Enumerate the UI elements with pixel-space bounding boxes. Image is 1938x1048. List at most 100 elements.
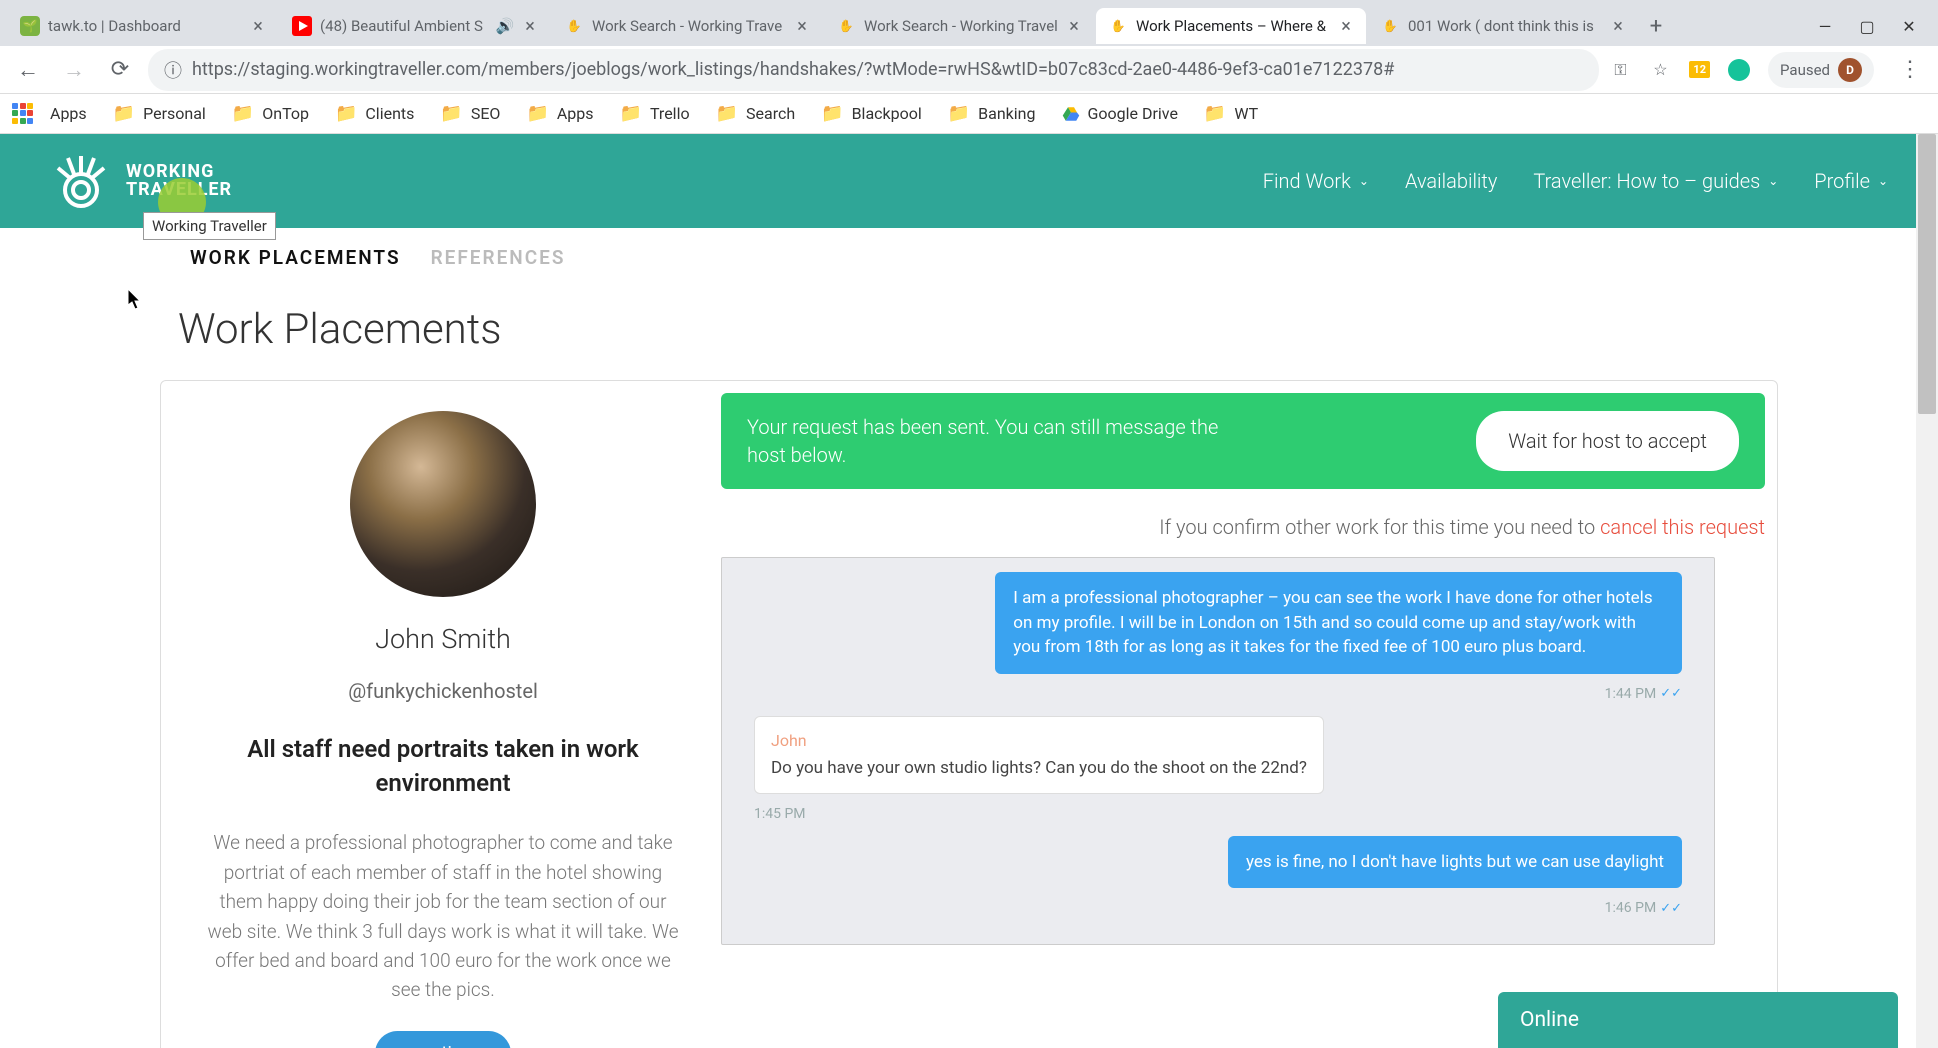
bookmark-personal[interactable]: 📁Personal xyxy=(103,97,216,130)
bookmark-trello[interactable]: 📁Trello xyxy=(610,97,700,130)
bookmark-apps[interactable]: Apps xyxy=(40,98,97,129)
tab-title: (48) Beautiful Ambient S xyxy=(320,17,488,35)
nav-traveller-guides[interactable]: Traveller: How to – guides⌄ xyxy=(1533,169,1778,193)
tab-title: Work Search - Working Travel xyxy=(864,17,1058,35)
scrollbar[interactable] xyxy=(1916,134,1938,1048)
tab-work-placements[interactable]: ✋ Work Placements – Where & × xyxy=(1096,8,1366,44)
reload-button[interactable]: ⟳ xyxy=(102,52,138,88)
chevron-down-icon: ⌄ xyxy=(1359,174,1369,188)
page-title: Work Placements xyxy=(0,287,1938,380)
window-controls: — ▢ ✕ xyxy=(1816,17,1930,35)
url-text: https://staging.workingtraveller.com/mem… xyxy=(192,59,1583,80)
wt-icon: ✋ xyxy=(564,16,584,36)
nav-profile[interactable]: Profile⌄ xyxy=(1814,169,1888,193)
request-sent-banner: Your request has been sent. You can stil… xyxy=(721,393,1765,489)
bookmark-blackpool[interactable]: 📁Blackpool xyxy=(811,97,932,130)
scroll-thumb[interactable] xyxy=(1918,134,1936,414)
bookmark-ontop[interactable]: 📁OnTop xyxy=(222,97,319,130)
bookmark-google-drive[interactable]: Google Drive xyxy=(1052,98,1188,129)
minimize-button[interactable]: — xyxy=(1816,17,1834,35)
bookmark-wt[interactable]: 📁WT xyxy=(1194,97,1268,130)
tab-work-placements[interactable]: WORK PLACEMENTS xyxy=(190,246,401,269)
url-field[interactable]: ⓘ https://staging.workingtraveller.com/m… xyxy=(148,49,1599,91)
nav-availability[interactable]: Availability xyxy=(1405,169,1497,193)
tab-references[interactable]: REFERENCES xyxy=(431,246,566,269)
close-icon[interactable]: × xyxy=(1338,18,1354,34)
message-bubble: yes is fine, no I don't have lights but … xyxy=(1228,836,1682,889)
menu-icon[interactable]: ⋮ xyxy=(1892,52,1928,88)
profile-avatar: D xyxy=(1838,58,1862,82)
host-avatar[interactable] xyxy=(350,411,536,597)
bookmark-apps-2[interactable]: 📁Apps xyxy=(516,97,603,130)
content-tabs: WORK PLACEMENTS REFERENCES xyxy=(0,228,1938,287)
tab-001-work[interactable]: ✋ 001 Work ( dont think this is × xyxy=(1368,8,1638,44)
close-icon[interactable]: × xyxy=(1066,18,1082,34)
message-bubble: I am a professional photographer – you c… xyxy=(995,572,1682,674)
folder-icon: 📁 xyxy=(335,103,357,124)
tab-tawk[interactable]: 🌱 tawk.to | Dashboard × xyxy=(8,8,278,44)
nav-find-work[interactable]: Find Work⌄ xyxy=(1263,169,1369,193)
close-icon[interactable]: × xyxy=(522,18,538,34)
back-button[interactable]: ← xyxy=(10,52,46,88)
listing-main: Your request has been sent. You can stil… xyxy=(721,393,1765,1048)
browser-chrome: 🌱 tawk.to | Dashboard × (48) Beautiful A… xyxy=(0,0,1938,134)
google-drive-icon xyxy=(1062,105,1080,123)
any-time-button[interactable]: any time xyxy=(375,1031,511,1048)
host-name: John Smith xyxy=(199,623,687,655)
chat-online-widget[interactable]: Online xyxy=(1498,992,1898,1048)
close-icon[interactable]: × xyxy=(1610,18,1626,34)
folder-icon: 📁 xyxy=(1204,103,1226,124)
wait-for-host-button[interactable]: Wait for host to accept xyxy=(1476,411,1739,471)
tab-title: tawk.to | Dashboard xyxy=(48,17,242,35)
message-timestamp: 1:44 PM✓✓ xyxy=(754,682,1682,716)
tab-worksearch-2[interactable]: ✋ Work Search - Working Travel × xyxy=(824,8,1094,44)
youtube-icon xyxy=(292,16,312,36)
chat-message-incoming: John Do you have your own studio lights?… xyxy=(754,716,1682,794)
message-timestamp: 1:46 PM✓✓ xyxy=(754,896,1682,930)
site-info-icon[interactable]: ⓘ xyxy=(164,57,182,83)
tab-bar: 🌱 tawk.to | Dashboard × (48) Beautiful A… xyxy=(0,0,1938,46)
message-timestamp: 1:45 PM xyxy=(754,802,1682,836)
wt-icon: ✋ xyxy=(1108,16,1128,36)
sender-name: John xyxy=(771,729,1307,752)
banner-text: Your request has been sent. You can stil… xyxy=(747,413,1227,469)
address-bar: ← → ⟳ ⓘ https://staging.workingtraveller… xyxy=(0,46,1938,94)
chat-message-outgoing: yes is fine, no I don't have lights but … xyxy=(754,836,1682,889)
listing-description: We need a professional photographer to c… xyxy=(199,828,687,1005)
chat-box: I am a professional photographer – you c… xyxy=(721,557,1715,945)
folder-icon: 📁 xyxy=(620,103,642,124)
logo[interactable]: WORKING TRAVELLER xyxy=(50,150,232,212)
folder-icon: 📁 xyxy=(113,103,135,124)
grammarly-icon[interactable] xyxy=(1728,59,1750,81)
cancel-request-link[interactable]: cancel this request xyxy=(1600,515,1765,539)
chevron-down-icon: ⌄ xyxy=(1768,174,1778,188)
bookmark-search[interactable]: 📁Search xyxy=(706,97,806,130)
star-icon[interactable]: ☆ xyxy=(1649,59,1671,81)
apps-grid-icon[interactable] xyxy=(12,103,34,125)
tab-youtube[interactable]: (48) Beautiful Ambient S 🔊 × xyxy=(280,8,550,44)
key-icon[interactable]: ⚿ xyxy=(1609,59,1631,81)
close-window-button[interactable]: ✕ xyxy=(1900,17,1918,35)
folder-icon: 📁 xyxy=(440,103,462,124)
new-tab-button[interactable]: + xyxy=(1640,10,1672,42)
close-icon[interactable]: × xyxy=(794,18,810,34)
forward-button[interactable]: → xyxy=(56,52,92,88)
read-receipt-icon: ✓✓ xyxy=(1660,686,1682,701)
tab-worksearch-1[interactable]: ✋ Work Search - Working Trave × xyxy=(552,8,822,44)
chevron-down-icon: ⌄ xyxy=(1878,174,1888,188)
close-icon[interactable]: × xyxy=(250,18,266,34)
message-bubble: John Do you have your own studio lights?… xyxy=(754,716,1324,794)
bookmark-banking[interactable]: 📁Banking xyxy=(938,97,1046,130)
maximize-button[interactable]: ▢ xyxy=(1858,17,1876,35)
profile-paused-button[interactable]: Paused D xyxy=(1768,52,1874,88)
bookmark-clients[interactable]: 📁Clients xyxy=(325,97,424,130)
calendar-extension-icon[interactable]: 12 xyxy=(1689,61,1710,78)
bookmark-seo[interactable]: 📁SEO xyxy=(430,97,510,130)
folder-icon: 📁 xyxy=(821,103,843,124)
folder-icon: 📁 xyxy=(526,103,548,124)
tooltip: Working Traveller xyxy=(143,212,276,240)
placements-card: John Smith @funkychickenhostel All staff… xyxy=(160,380,1778,1048)
audio-icon[interactable]: 🔊 xyxy=(496,17,514,35)
mouse-cursor-icon xyxy=(128,289,144,311)
wt-icon: ✋ xyxy=(836,16,856,36)
